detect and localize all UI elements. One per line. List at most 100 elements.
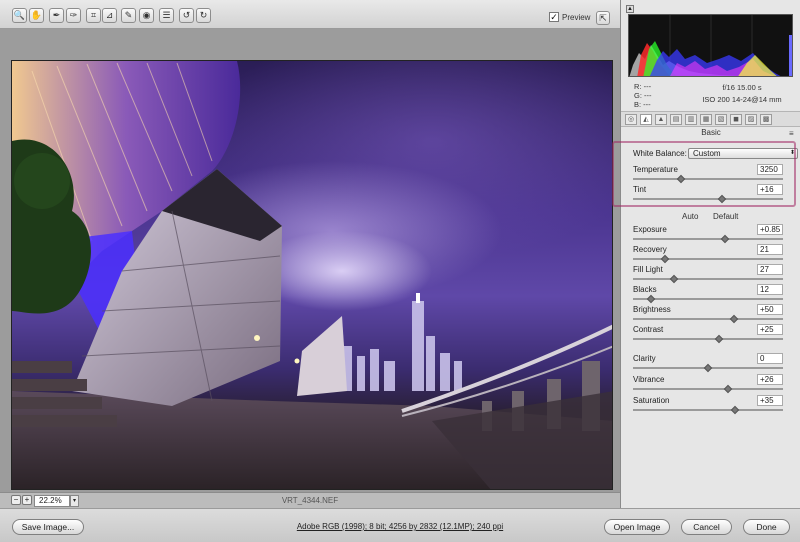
temperature-slider-thumb[interactable] <box>676 174 686 184</box>
vibrance-slider-thumb[interactable] <box>723 384 732 394</box>
white-balance-label: White Balance: <box>633 149 687 158</box>
fullscreen-icon[interactable]: ⇱ <box>596 11 610 25</box>
panel-tab-4-icon[interactable]: ▥ <box>685 114 697 125</box>
hand-tool-icon[interactable]: ✋ <box>29 8 44 23</box>
panel-tab-8-icon[interactable]: ▨ <box>745 114 757 125</box>
clarity-slider-row: Clarity 0 <box>633 353 795 373</box>
zoom-tool-icon[interactable]: 🔍 <box>12 8 27 23</box>
preview-toggle[interactable]: ✓ Preview <box>549 11 590 23</box>
recovery-value-field[interactable]: 21 <box>757 244 783 255</box>
vibrance-label: Vibrance <box>633 375 665 384</box>
exposure-slider-track[interactable] <box>633 238 783 240</box>
fill-light-value-field[interactable]: 27 <box>757 264 783 275</box>
recovery-slider-thumb[interactable] <box>660 254 669 264</box>
histogram-graph <box>629 15 792 76</box>
temperature-slider-track[interactable] <box>633 178 783 180</box>
bottom-bar: Save Image... Adobe RGB (1998); 8 bit; 4… <box>0 508 800 542</box>
fill-light-slider-row: Fill Light 27 <box>633 264 795 284</box>
workflow-options-link[interactable]: Adobe RGB (1998); 8 bit; 4256 by 2832 (1… <box>297 522 503 531</box>
file-name: VRT_4344.NEF <box>281 496 339 505</box>
exposure-slider-thumb[interactable] <box>720 234 729 244</box>
clarity-value-field[interactable]: 0 <box>757 353 783 364</box>
tint-slider-track[interactable] <box>633 198 783 200</box>
cancel-button[interactable]: Cancel <box>681 519 732 535</box>
panel-tabs: ◎ ◭ ▲ ▤ ▥ ▦ ▧ ◼ ▨ ▩ <box>621 111 800 127</box>
rotate-right-icon[interactable]: ↻ <box>196 8 211 23</box>
recovery-slider-track[interactable] <box>633 258 783 260</box>
exposure-value-field[interactable]: +0.85 <box>757 224 783 235</box>
camera-lens: ISO 200 14-24@14 mm <box>702 95 782 104</box>
panel-tab-2-icon[interactable]: ▲ <box>655 114 667 125</box>
auto-button[interactable]: Auto <box>682 212 698 221</box>
contrast-label: Contrast <box>633 325 664 334</box>
contrast-value-field[interactable]: +25 <box>757 324 783 335</box>
red-eye-tool-icon[interactable]: ◉ <box>139 8 154 23</box>
brightness-label: Brightness <box>633 305 671 314</box>
saturation-slider-thumb[interactable] <box>730 405 740 415</box>
image-canvas <box>0 29 620 492</box>
histogram-clipping-icon[interactable]: ▲ <box>626 5 634 13</box>
blacks-slider-thumb[interactable] <box>646 294 656 304</box>
clarity-slider-thumb[interactable] <box>703 363 713 373</box>
open-image-button[interactable]: Open Image <box>604 519 670 535</box>
panel-tab-6-icon[interactable]: ▧ <box>715 114 727 125</box>
blacks-value-field[interactable]: 12 <box>757 284 783 295</box>
straighten-tool-icon[interactable]: ⊿ <box>102 8 117 23</box>
panel-tab-1-icon[interactable]: ◭ <box>640 114 652 125</box>
default-button[interactable]: Default <box>713 212 738 221</box>
preferences-icon[interactable]: ☰ <box>159 8 174 23</box>
temperature-label: Temperature <box>633 165 678 174</box>
blacks-slider-row: Blacks 12 <box>633 284 795 304</box>
panel-tab-9-icon[interactable]: ▩ <box>760 114 772 125</box>
pixel-readout: R: --- G: --- B: --- f/16 15.00 s ISO 20… <box>621 80 800 110</box>
contrast-slider-thumb[interactable] <box>714 334 723 344</box>
done-button[interactable]: Done <box>743 519 790 535</box>
photo-scene <box>12 61 612 489</box>
temperature-slider-row: Temperature 3250 <box>633 164 795 184</box>
panel-tab-7-icon[interactable]: ◼ <box>730 114 742 125</box>
red-readout: R: --- <box>634 82 652 91</box>
vibrance-slider-track[interactable] <box>633 388 783 390</box>
vibrance-slider-row: Vibrance +26 <box>633 374 795 394</box>
rotate-left-icon[interactable]: ↺ <box>179 8 194 23</box>
status-bar: − + 22.2% ▾ VRT_4344.NEF <box>0 492 620 508</box>
color-sampler-tool-icon[interactable]: ✑ <box>66 8 81 23</box>
tint-slider-row: Tint +16 <box>633 184 795 204</box>
toolbar: 🔍 ✋ ✒ ✑ ⌗ ⊿ ✎ ◉ ☰ ↺ ↻ ✓ Preview ⇱ <box>0 0 620 29</box>
blacks-label: Blacks <box>633 285 657 294</box>
brightness-slider-thumb[interactable] <box>729 314 738 324</box>
contrast-slider-row: Contrast +25 <box>633 324 795 344</box>
tint-value-field[interactable]: +16 <box>757 184 783 195</box>
fill-light-label: Fill Light <box>633 265 663 274</box>
saturation-label: Saturation <box>633 396 670 405</box>
blue-readout: B: --- <box>634 100 651 109</box>
panel-tab-5-icon[interactable]: ▦ <box>700 114 712 125</box>
crop-tool-icon[interactable]: ⌗ <box>86 8 101 23</box>
vibrance-value-field[interactable]: +26 <box>757 374 783 385</box>
photo-preview[interactable] <box>11 60 613 490</box>
exposure-slider-row: Exposure +0.85 <box>633 224 795 244</box>
panel-menu-icon[interactable]: ≡ <box>789 129 794 138</box>
save-image-button[interactable]: Save Image... <box>12 519 84 535</box>
preview-label: Preview <box>562 12 591 22</box>
brightness-value-field[interactable]: +50 <box>757 304 783 315</box>
tint-label: Tint <box>633 185 647 194</box>
recovery-label: Recovery <box>633 245 667 254</box>
temperature-value-field[interactable]: 3250 <box>757 164 783 175</box>
white-balance-tool-icon[interactable]: ✒ <box>49 8 64 23</box>
panel-tab-3-icon[interactable]: ▤ <box>670 114 682 125</box>
fill-light-slider-thumb[interactable] <box>669 274 678 284</box>
panel-tab-0-icon[interactable]: ◎ <box>625 114 637 125</box>
fill-light-slider-track[interactable] <box>633 278 783 280</box>
camera-exposure: f/16 15.00 s <box>722 83 762 92</box>
panel-title: Basic <box>701 128 721 137</box>
saturation-slider-track[interactable] <box>633 409 783 411</box>
saturation-value-field[interactable]: +35 <box>757 395 783 406</box>
brightness-slider-track[interactable] <box>633 318 783 320</box>
retouch-tool-icon[interactable]: ✎ <box>121 8 136 23</box>
preview-checkbox[interactable]: ✓ <box>549 12 559 22</box>
white-balance-row: White Balance: Custom ⬍ <box>633 148 798 160</box>
white-balance-select[interactable]: Custom ⬍ <box>688 148 798 159</box>
contrast-slider-track[interactable] <box>633 338 783 340</box>
tint-slider-thumb[interactable] <box>717 194 726 204</box>
